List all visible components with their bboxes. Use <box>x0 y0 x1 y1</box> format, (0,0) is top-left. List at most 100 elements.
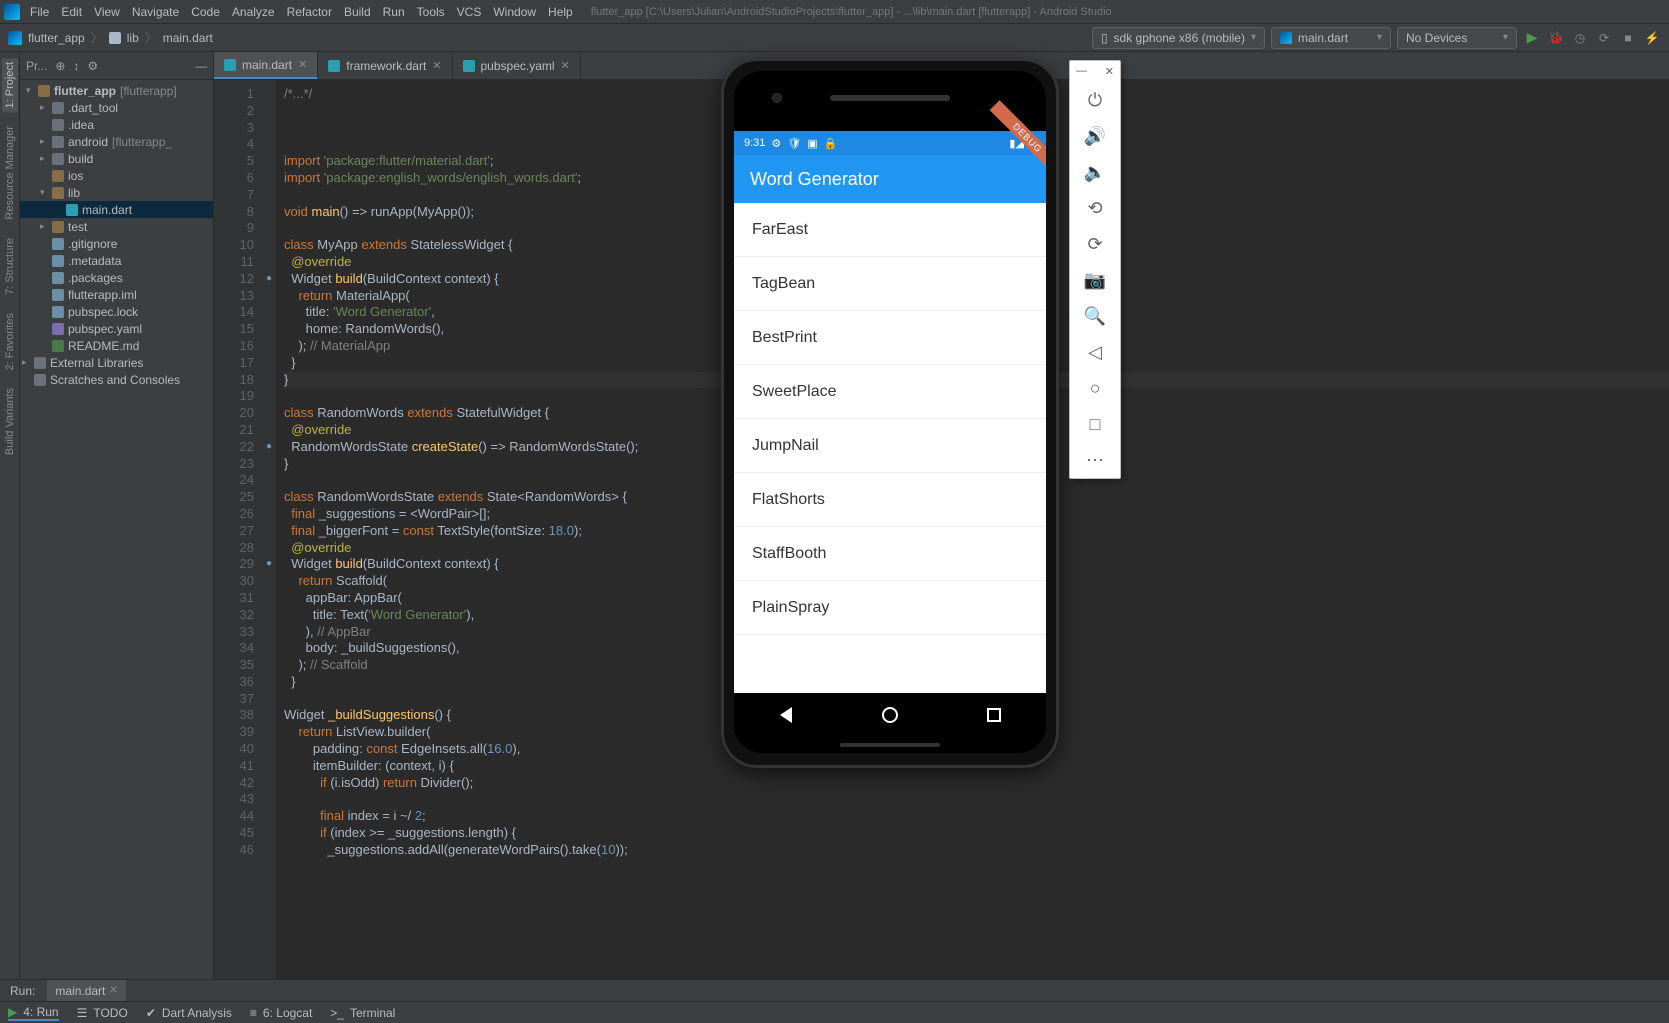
rotate-left-icon[interactable]: ⟲ <box>1079 190 1111 226</box>
list-item[interactable]: FlatShorts <box>734 473 1046 527</box>
settings-icon[interactable]: ⚙ <box>87 59 98 73</box>
profile-button[interactable]: ◷ <box>1571 31 1589 45</box>
menu-view[interactable]: View <box>88 3 126 21</box>
tree-node-readme-md[interactable]: README.md <box>20 337 213 354</box>
run-tool-window-header: Run: main.dart ✕ <box>0 979 1669 1001</box>
tree-node-lib[interactable]: ▾lib <box>20 184 213 201</box>
no-devices-dropdown[interactable]: No Devices ▾ <box>1397 27 1517 49</box>
breadcrumb-project[interactable]: flutter_app <box>28 31 85 45</box>
menu-run[interactable]: Run <box>377 3 411 21</box>
bottom-tab-terminal[interactable]: >_Terminal <box>330 1006 395 1020</box>
editor-tab-framework-dart[interactable]: framework.dart✕ <box>318 52 452 79</box>
tool-tab-build-variants[interactable]: Build Variants <box>2 384 18 459</box>
power-icon[interactable]: ⏻ <box>1079 82 1111 118</box>
tree-node-flutterapp-iml[interactable]: flutterapp.iml <box>20 286 213 303</box>
project-tree[interactable]: ▾flutter_app [flutterapp]▸.dart_tool.ide… <box>20 80 213 979</box>
stop-button[interactable]: ■ <box>1619 31 1637 45</box>
tool-tab-7-structure[interactable]: 7: Structure <box>2 234 18 299</box>
line-number-gutter[interactable]: 1234567891011121314151617181920212223242… <box>214 80 262 979</box>
tool-tab-1-project[interactable]: 1: Project <box>2 58 18 112</box>
list-item[interactable]: SweetPlace <box>734 365 1046 419</box>
list-item[interactable]: TagBean <box>734 257 1046 311</box>
project-panel-toolbar: Pr... ⊕ ↕ ⚙ — <box>20 52 213 80</box>
tree-scratches[interactable]: Scratches and Consoles <box>20 371 213 388</box>
volume-down-icon[interactable]: 🔈 <box>1079 154 1111 190</box>
menu-vcs[interactable]: VCS <box>451 3 488 21</box>
run-config-selector[interactable]: main.dart ▾ <box>1271 27 1391 49</box>
tree-node--dart-tool[interactable]: ▸.dart_tool <box>20 99 213 116</box>
attach-button[interactable]: ⟳ <box>1595 31 1613 45</box>
chevron-right-icon: 〉 <box>145 29 157 46</box>
hide-panel-icon[interactable]: — <box>195 59 207 73</box>
tree-node-pubspec-yaml[interactable]: pubspec.yaml <box>20 320 213 337</box>
list-item[interactable]: FarEast <box>734 203 1046 257</box>
tree-node--metadata[interactable]: .metadata <box>20 252 213 269</box>
tree-node-build[interactable]: ▸build <box>20 150 213 167</box>
menu-file[interactable]: File <box>24 3 55 21</box>
debug-button[interactable]: 🐞 <box>1547 31 1565 45</box>
close-icon[interactable]: ✕ <box>1105 65 1114 78</box>
tree-node--idea[interactable]: .idea <box>20 116 213 133</box>
select-opened-icon[interactable]: ⊕ <box>55 59 65 73</box>
hot-reload-button[interactable]: ⚡ <box>1643 31 1661 45</box>
tool-tab-resource-manager[interactable]: Resource Manager <box>2 122 18 224</box>
tree-node--gitignore[interactable]: .gitignore <box>20 235 213 252</box>
bottom-tab-dart-analysis[interactable]: ✔Dart Analysis <box>146 1006 232 1020</box>
tree-node-pubspec-lock[interactable]: pubspec.lock <box>20 303 213 320</box>
overview-icon[interactable]: □ <box>1079 406 1111 442</box>
menu-navigate[interactable]: Navigate <box>126 3 185 21</box>
tree-node-main-dart[interactable]: main.dart <box>20 201 213 218</box>
back-key[interactable] <box>776 705 796 725</box>
tree-root[interactable]: ▾flutter_app [flutterapp] <box>20 82 213 99</box>
breadcrumb-folder[interactable]: lib <box>127 31 139 45</box>
expand-icon[interactable]: ↕ <box>73 59 79 73</box>
more-icon[interactable]: ⋯ <box>1079 442 1111 478</box>
no-devices-label: No Devices <box>1406 31 1467 45</box>
tree-node-test[interactable]: ▸test <box>20 218 213 235</box>
gutter-marks[interactable]: ●●● <box>262 80 276 979</box>
list-item[interactable]: BestPrint <box>734 311 1046 365</box>
tree-node-ios[interactable]: ios <box>20 167 213 184</box>
word-list[interactable]: FarEastTagBeanBestPrintSweetPlaceJumpNai… <box>734 203 1046 693</box>
list-item[interactable]: PlainSpray <box>734 581 1046 635</box>
run-button[interactable]: ▶ <box>1523 29 1541 46</box>
zoom-icon[interactable]: 🔍 <box>1079 298 1111 334</box>
android-nav-bar <box>734 693 1046 737</box>
tool-tab-2-favorites[interactable]: 2: Favorites <box>2 309 18 374</box>
folder-icon <box>109 32 121 44</box>
tree-external-libraries[interactable]: ▸External Libraries <box>20 354 213 371</box>
list-item[interactable]: StaffBooth <box>734 527 1046 581</box>
menu-window[interactable]: Window <box>487 3 542 21</box>
bottom-tab-4-run[interactable]: ▶4: Run <box>8 1005 59 1021</box>
run-tab[interactable]: main.dart ✕ <box>47 980 125 1001</box>
home-icon[interactable]: ○ <box>1079 370 1111 406</box>
breadcrumb-file[interactable]: main.dart <box>163 31 213 45</box>
bottom-tool-window-bar: ▶4: Run ☰TODO ✔Dart Analysis ≡6: Logcat >_Te… <box>0 1001 1669 1023</box>
flutter-icon <box>1280 32 1292 44</box>
menu-refactor[interactable]: Refactor <box>281 3 338 21</box>
window-title: flutter_app [C:\Users\Julian\AndroidStud… <box>591 6 1665 18</box>
rotate-right-icon[interactable]: ⟳ <box>1079 226 1111 262</box>
editor-tab-pubspec-yaml[interactable]: pubspec.yaml✕ <box>453 52 581 79</box>
overview-key[interactable] <box>984 705 1004 725</box>
camera-icon[interactable]: 📷 <box>1079 262 1111 298</box>
tree-node--packages[interactable]: .packages <box>20 269 213 286</box>
menu-tools[interactable]: Tools <box>411 3 451 21</box>
list-item[interactable]: JumpNail <box>734 419 1046 473</box>
bottom-tab-todo[interactable]: ☰TODO <box>77 1006 128 1020</box>
bottom-tab-6-logcat[interactable]: ≡6: Logcat <box>250 1006 312 1020</box>
device-selector[interactable]: ▯ sdk gphone x86 (mobile) ▾ <box>1092 27 1265 49</box>
tree-node-android[interactable]: ▸android [flutterapp_ <box>20 133 213 150</box>
back-icon[interactable]: ◁ <box>1079 334 1111 370</box>
volume-up-icon[interactable]: 🔊 <box>1079 118 1111 154</box>
minimize-icon[interactable]: — <box>1076 65 1087 78</box>
home-key[interactable] <box>880 705 900 725</box>
close-icon[interactable]: ✕ <box>109 985 117 996</box>
menu-build[interactable]: Build <box>338 3 377 21</box>
menu-edit[interactable]: Edit <box>55 3 88 21</box>
menu-analyze[interactable]: Analyze <box>226 3 281 21</box>
project-view-mode[interactable]: Pr... <box>26 59 47 73</box>
editor-tab-main-dart[interactable]: main.dart✕ <box>214 52 318 79</box>
menu-code[interactable]: Code <box>185 3 226 21</box>
menu-help[interactable]: Help <box>542 3 579 21</box>
